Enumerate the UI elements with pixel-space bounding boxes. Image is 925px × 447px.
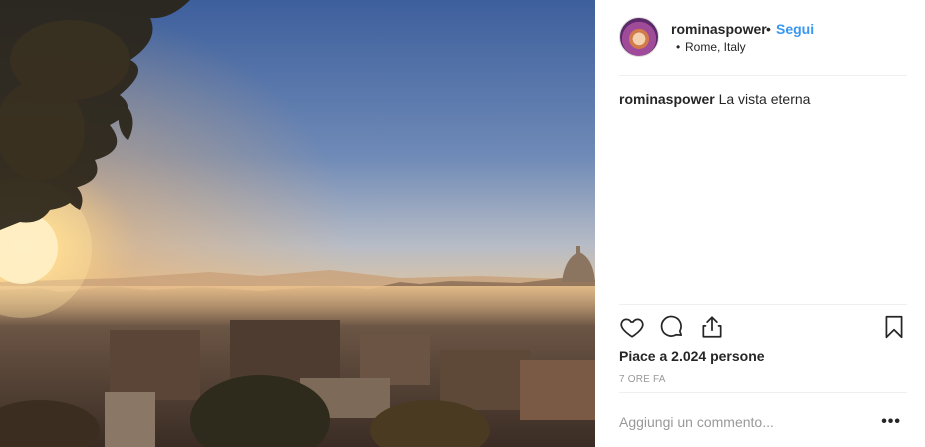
more-icon[interactable]: ••• (881, 413, 901, 431)
action-bar (619, 314, 909, 342)
share-icon[interactable] (699, 314, 725, 340)
post-caption: rominaspower La vista eterna (619, 90, 810, 108)
post-header: rominaspower • Segui • Rome, Italy (595, 0, 925, 76)
location-link[interactable]: Rome, Italy (685, 40, 746, 54)
caption-text: La vista eterna (718, 91, 811, 107)
username-link[interactable]: rominaspower (671, 21, 767, 37)
caption-username-link[interactable]: rominaspower (619, 91, 715, 107)
follow-button[interactable]: Segui (776, 21, 814, 37)
post-sidebar: rominaspower • Segui • Rome, Italy romin… (595, 0, 925, 447)
rome-sunset-image (0, 0, 595, 447)
bookmark-icon[interactable] (881, 314, 907, 340)
post-photo[interactable] (0, 0, 595, 447)
comment-row: ••• (619, 393, 907, 447)
avatar[interactable] (619, 17, 659, 57)
location-bullet: • (676, 40, 681, 54)
instagram-post: rominaspower • Segui • Rome, Italy romin… (0, 0, 925, 447)
comment-icon[interactable] (659, 314, 685, 340)
separator-dot: • (766, 21, 771, 37)
header-divider (619, 75, 907, 76)
actions-divider (619, 304, 907, 305)
comment-input[interactable] (619, 411, 869, 433)
likes-count[interactable]: Piace a 2.024 persone (619, 348, 765, 364)
post-timestamp[interactable]: 7 ORE FA (619, 374, 666, 385)
heart-icon[interactable] (619, 314, 645, 340)
